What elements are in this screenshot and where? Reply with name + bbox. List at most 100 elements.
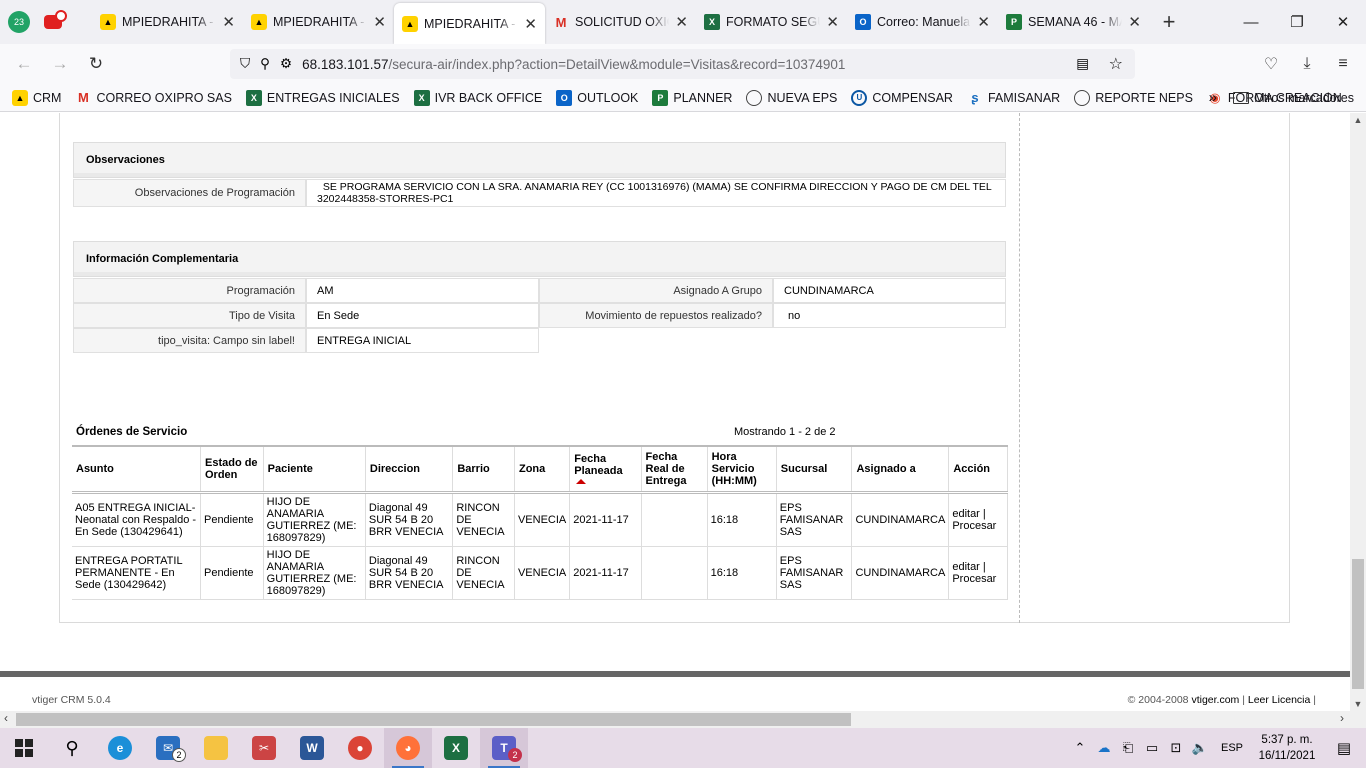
url-host: 68.183.101.57 [302,56,389,72]
asunto-link[interactable]: ENTREGA PORTATIL PERMANENTE - En Sede (1… [75,555,182,591]
browser-tab[interactable]: ▲ MPIEDRAHITA - A ✕ [92,0,243,44]
process-link[interactable]: Procesar [952,520,996,532]
column-header-sorted[interactable]: Fecha Planeada [569,445,642,494]
pinned-tab-youtube-icon[interactable] [44,10,67,29]
chevron-up-icon[interactable]: ⌃ [1068,740,1092,756]
close-tab-icon[interactable]: ✕ [222,13,235,31]
browser-tab[interactable]: X FORMATO SEGUIM ✕ [696,0,847,44]
permissions-icon[interactable]: ⚲ [260,56,270,72]
battery-icon[interactable]: ▭ [1140,740,1164,756]
clock[interactable]: 5:37 p. m. 16/11/2021 [1252,732,1322,764]
back-arrow-icon[interactable]: ← [6,54,42,74]
start-button[interactable] [0,728,48,768]
taskbar-teams[interactable]: T2 [480,728,528,768]
bookmark-item[interactable]: ▲ CRM [12,89,61,106]
column-header[interactable]: Asunto [72,445,201,494]
taskbar-excel[interactable]: X [432,728,480,768]
vertical-scrollbar[interactable]: ▲ ▼ [1350,113,1366,711]
scrollbar-corner [1350,711,1366,728]
cell-hora: 16:18 [707,492,777,547]
bookmark-star-icon[interactable]: ☆ [1109,54,1123,74]
edit-link[interactable]: editar [952,508,980,520]
horizontal-scrollbar[interactable]: ‹ › [0,711,1350,728]
scrollbar-thumb[interactable] [1352,559,1364,689]
bookmark-item[interactable]: M CORREO OXIPRO SAS [75,90,232,106]
close-tab-icon[interactable]: ✕ [1128,13,1141,31]
close-tab-icon[interactable]: ✕ [977,13,990,31]
close-tab-icon[interactable]: ✕ [524,15,537,33]
bookmark-item[interactable]: X ENTREGAS INICIALES [245,89,400,106]
chevron-double-right-icon[interactable]: » [1209,89,1217,106]
language-indicator[interactable]: ESP [1212,742,1252,754]
bookmark-item[interactable]: O OUTLOOK [556,89,638,106]
volume-icon[interactable]: 🔈 [1188,740,1212,756]
column-header[interactable]: Fecha Real de Entrega [641,445,708,494]
scroll-right-icon[interactable]: › [1340,711,1344,725]
taskbar-edge[interactable]: e [96,728,144,768]
taskbar-snip[interactable]: ✂ [240,728,288,768]
browser-tab-active[interactable]: ▲ MPIEDRAHITA - A ✕ [394,3,545,44]
address-bar[interactable]: ⛉ ⚲ ⚙ 68.183.101.57/secura-air/index.php… [230,49,1135,79]
process-link[interactable]: Procesar [952,573,996,585]
site-info-icon[interactable]: ⚙ [280,56,292,72]
url-text: 68.183.101.57/secura-air/index.php?actio… [302,57,845,72]
maximize-icon[interactable]: ❐ [1274,0,1320,44]
footer-separator: | [1310,694,1316,706]
windows-taskbar: ⚲ e ✉ 2 ✂ W ● ◕ X T2 ⌃ ☁ ⎗ ▭ ⊡ 🔈 ESP 5:37… [0,728,1366,768]
bookmark-item[interactable]: NUEVA EPS [746,89,837,106]
column-header[interactable]: Direccion [365,445,454,494]
minimize-icon[interactable]: — [1228,0,1274,44]
taskbar-chrome[interactable]: ● [336,728,384,768]
column-header[interactable]: Zona [514,445,571,494]
taskbar-mail[interactable]: ✉ 2 [144,728,192,768]
column-header[interactable]: Paciente [263,445,366,494]
column-header[interactable]: Estado de Orden [200,445,264,494]
pinned-tab-badge-icon[interactable]: 23 [8,11,30,33]
taskbar-explorer[interactable] [192,728,240,768]
column-header[interactable]: Barrio [452,445,515,494]
vtiger-link[interactable]: vtiger.com [1191,694,1239,706]
cell-asunto[interactable]: ENTREGA PORTATIL PERMANENTE - En Sede (1… [72,546,201,600]
bookmark-item[interactable]: U COMPENSAR [851,89,953,106]
browser-tab[interactable]: O Correo: Manuela F ✕ [847,0,998,44]
downloads-icon[interactable]: ⤓ [1292,44,1322,84]
pocket-icon[interactable]: ♡ [1256,44,1286,84]
notifications-icon[interactable]: ▤ [1322,739,1366,757]
reader-view-icon[interactable]: ▤ [1076,56,1089,72]
shield-icon[interactable]: ⛉ [240,56,250,72]
close-window-icon[interactable]: ✕ [1320,0,1366,44]
onedrive-icon[interactable]: ☁ [1092,740,1116,756]
reload-icon[interactable]: ↻ [78,54,114,74]
license-link[interactable]: Leer Licencia [1248,694,1310,706]
search-button[interactable]: ⚲ [48,728,96,768]
column-header[interactable]: Sucursal [776,445,853,494]
page-content: Observaciones Observaciones de Programac… [0,113,1350,711]
close-tab-icon[interactable]: ✕ [826,13,839,31]
scroll-up-icon[interactable]: ▲ [1350,115,1366,125]
scroll-left-icon[interactable]: ‹ [4,711,8,725]
browser-tab[interactable]: M SOLICITUD OXIGE ✕ [545,0,696,44]
taskbar-word[interactable]: W [288,728,336,768]
close-tab-icon[interactable]: ✕ [373,13,386,31]
network-icon[interactable]: ⊡ [1164,740,1188,756]
taskbar-firefox[interactable]: ◕ [384,728,432,768]
menu-hamburger-icon[interactable]: ≡ [1328,44,1358,84]
edit-link[interactable]: editar [952,561,980,573]
bookmark-item[interactable]: ʂ FAMISANAR [967,90,1060,106]
cell-asunto[interactable]: A05 ENTREGA INICIAL- Neonatal con Respal… [72,492,201,547]
forward-arrow-icon[interactable]: → [42,54,78,74]
scrollbar-thumb[interactable] [16,713,851,726]
bookmark-item[interactable]: P PLANNER [652,89,732,106]
column-header[interactable]: Hora Servicio (HH:MM) [707,445,777,494]
asunto-link[interactable]: A05 ENTREGA INICIAL- Neonatal con Respal… [75,502,196,538]
other-bookmarks[interactable]: Otros marcadores [1232,91,1354,105]
close-tab-icon[interactable]: ✕ [675,13,688,31]
browser-tab[interactable]: ▲ MPIEDRAHITA - A ✕ [243,0,394,44]
new-tab-plus-icon[interactable]: + [1149,0,1189,44]
column-header[interactable]: Asignado a [851,445,950,494]
scroll-down-icon[interactable]: ▼ [1350,699,1366,709]
browser-tab[interactable]: P SEMANA 46 - MA ✕ [998,0,1149,44]
bookmark-item[interactable]: REPORTE NEPS [1074,89,1193,106]
meet-now-icon[interactable]: ⎗ [1116,740,1140,756]
bookmark-item[interactable]: X IVR BACK OFFICE [413,89,542,106]
